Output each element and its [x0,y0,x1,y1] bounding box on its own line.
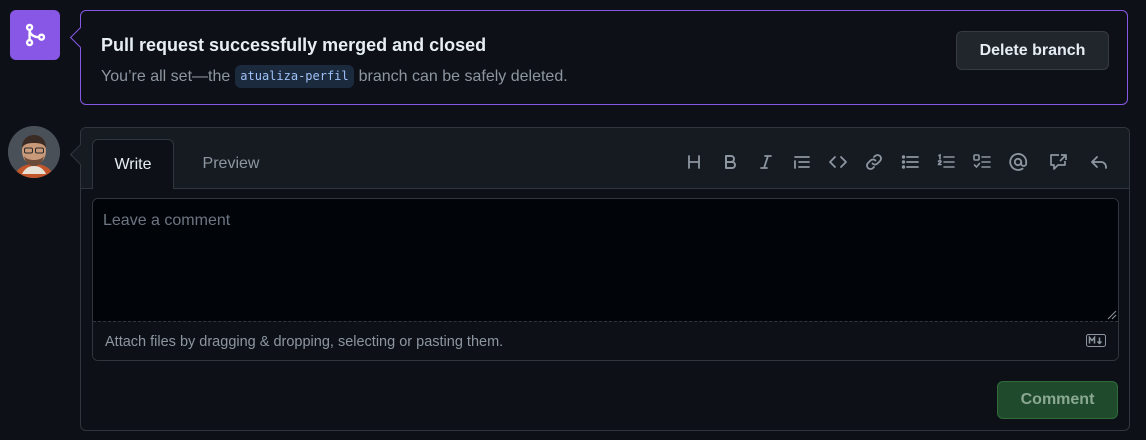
comment-textarea[interactable] [93,199,1118,323]
task-list-icon[interactable] [971,151,993,173]
branch-name: atualiza-perfil [235,65,354,88]
heading-icon[interactable] [683,151,705,173]
attach-files-bar[interactable]: Attach files by dragging & dropping, sel… [93,321,1118,360]
delete-branch-button[interactable]: Delete branch [956,31,1109,70]
mention-icon[interactable] [1007,151,1029,173]
bold-icon[interactable] [719,151,741,173]
git-merge-icon [25,23,46,47]
merge-status-title: Pull request successfully merged and clo… [101,35,487,55]
new-comment-box: Write Preview Leave a comment Attach fil… [69,127,1130,431]
merge-desc-suffix: branch can be safely deleted. [358,67,568,85]
merged-badge [10,10,60,60]
numbered-list-icon[interactable] [935,151,957,173]
link-icon[interactable] [863,151,885,173]
merge-desc-prefix: You’re all set—the [101,67,231,85]
merge-status-box: Pull request successfully merged and clo… [69,10,1128,105]
merge-status-description: You’re all set—the atualiza-perfil branc… [101,65,568,88]
attach-files-text: Attach files by dragging & dropping, sel… [105,334,504,350]
bulleted-list-icon[interactable] [899,151,921,173]
avatar-image [8,126,60,178]
resize-handle-icon[interactable] [1107,310,1117,320]
comment-tabbar: Write Preview [81,128,1129,189]
italic-icon[interactable] [755,151,777,173]
comment-submit-button[interactable]: Comment [997,381,1118,419]
comment-editor: Attach files by dragging & dropping, sel… [92,198,1119,361]
code-icon[interactable] [827,151,849,173]
saved-replies-icon[interactable] [1088,151,1110,173]
markdown-icon[interactable] [1086,334,1106,347]
tab-preview[interactable]: Preview [188,139,274,189]
avatar[interactable] [8,126,60,178]
cross-reference-icon[interactable] [1047,151,1069,173]
tab-write[interactable]: Write [92,139,174,189]
quote-icon[interactable] [791,151,813,173]
